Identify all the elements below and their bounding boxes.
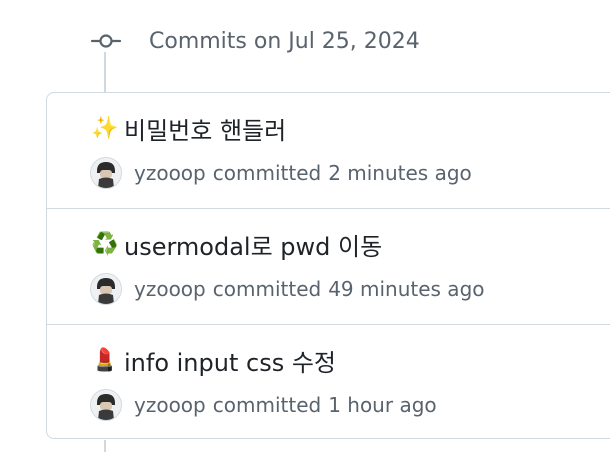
commit-time: 2 minutes ago (328, 161, 472, 185)
commit-row: ✨ 비밀번호 핸들러 yzooop committed 2 minutes ag… (47, 93, 610, 209)
avatar[interactable] (90, 389, 122, 421)
commit-title-link[interactable]: ♻️ usermodal로 pwd 이동 (90, 227, 382, 262)
avatar[interactable] (90, 273, 122, 305)
commit-row: 💄 info input css 수정 yzooop committed 1 h… (47, 325, 610, 438)
timeline-line (104, 52, 106, 94)
commit-time: 1 hour ago (328, 393, 437, 417)
commit-message: info input css 수정 (124, 349, 336, 377)
recycle-icon: ♻️ (91, 232, 119, 257)
commit-meta: yzooop committed 1 hour ago (90, 389, 437, 421)
commit-action-text: committed (212, 393, 322, 417)
commit-title-link[interactable]: 💄 info input css 수정 (90, 343, 336, 378)
commit-action-text: committed (212, 161, 322, 185)
avatar[interactable] (90, 157, 122, 189)
timeline-line (104, 440, 106, 452)
sparkles-icon: ✨ (91, 116, 119, 141)
commit-row: ♻️ usermodal로 pwd 이동 yzooop committed 49… (47, 209, 610, 325)
commit-group-header: Commits on Jul 25, 2024 (90, 24, 420, 58)
commit-group-date: Commits on Jul 25, 2024 (149, 28, 420, 54)
commit-list: ✨ 비밀번호 핸들러 yzooop committed 2 minutes ag… (46, 92, 610, 439)
commit-meta: yzooop committed 49 minutes ago (90, 273, 485, 305)
commit-message: 비밀번호 핸들러 (124, 117, 287, 145)
commit-author-link[interactable]: yzooop (134, 393, 206, 417)
commit-action-text: committed (212, 277, 322, 301)
commit-meta: yzooop committed 2 minutes ago (90, 157, 472, 189)
commit-title-link[interactable]: ✨ 비밀번호 핸들러 (90, 111, 286, 146)
commit-time: 49 minutes ago (328, 277, 485, 301)
commit-history-page: Commits on Jul 25, 2024 ✨ 비밀번호 핸들러 yzooo… (0, 0, 610, 452)
commit-message: usermodal로 pwd 이동 (124, 233, 383, 261)
commit-author-link[interactable]: yzooop (134, 277, 206, 301)
commit-author-link[interactable]: yzooop (134, 161, 206, 185)
git-commit-icon (90, 25, 122, 57)
lipstick-icon: 💄 (91, 348, 119, 373)
